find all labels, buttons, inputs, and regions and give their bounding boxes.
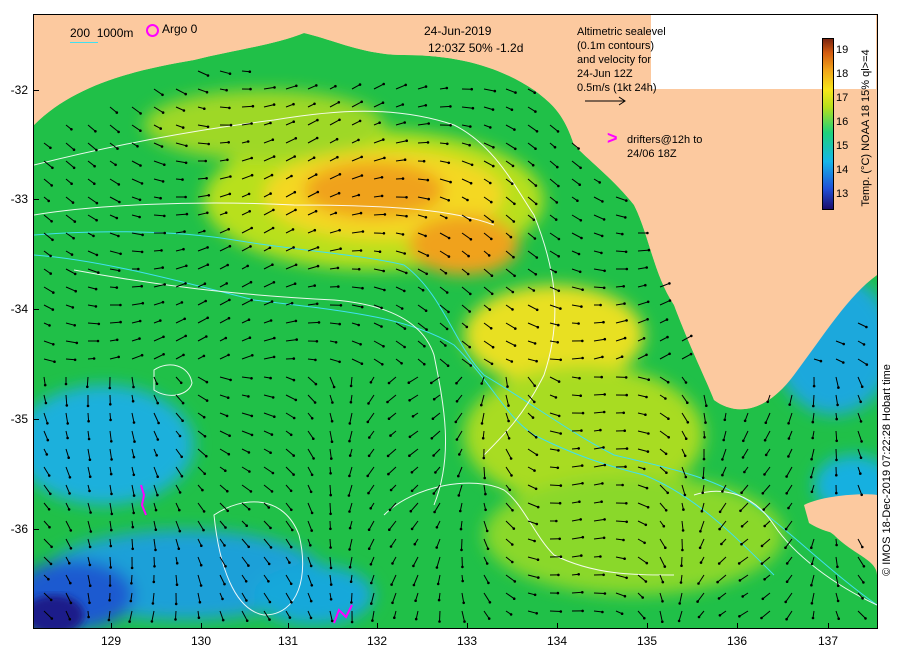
x-tick-label: 137 xyxy=(817,634,839,648)
x-tick-label: 133 xyxy=(456,634,478,648)
x-tick-label: 129 xyxy=(100,634,122,648)
y-tick-mark xyxy=(34,90,39,91)
colorbar-tick: 19 xyxy=(836,44,849,56)
colorbar-tick: 18 xyxy=(836,68,849,80)
y-tick-mark xyxy=(34,419,39,420)
altimetry-line-5: 0.5m/s (1kt 24h) xyxy=(577,82,657,94)
x-tick-label: 132 xyxy=(366,634,388,648)
y-tick-label: -33 xyxy=(10,192,28,206)
x-tick-label: 136 xyxy=(726,634,748,648)
altimetry-line-3: and velocity for xyxy=(577,54,651,66)
x-tick-mark xyxy=(377,623,378,628)
map-time: 12:03Z 50% -1.2d xyxy=(428,41,524,55)
argo-icon xyxy=(146,24,159,37)
x-tick-mark xyxy=(467,623,468,628)
drifter-line-2: 24/06 18Z xyxy=(627,148,677,160)
y-tick-label: -34 xyxy=(10,302,28,316)
credit-line: © IMOS 18-Dec-2019 07:22:28 Hobart time xyxy=(881,364,893,576)
y-tick-mark xyxy=(34,199,39,200)
scale-label: 200 xyxy=(70,26,91,40)
colorbar-title: Temp. (°C) NOAA 18 15% ql>=4 xyxy=(860,49,872,207)
colorbar-tick: 15 xyxy=(836,140,849,152)
sst-map-canvas xyxy=(34,15,877,628)
altimetry-line-4: 24-Jun 12Z xyxy=(577,68,633,80)
argo-label: Argo 0 xyxy=(162,22,198,36)
x-tick-mark xyxy=(201,623,202,628)
colorbar-tick: 13 xyxy=(836,188,849,200)
colorbar-tick: 17 xyxy=(836,92,849,104)
scale-line xyxy=(70,42,98,43)
map-date: 24-Jun-2019 xyxy=(424,24,492,38)
y-tick-label: -32 xyxy=(10,83,28,97)
x-tick-label: 135 xyxy=(636,634,658,648)
drifter-icon: > xyxy=(607,128,618,148)
x-tick-label: 134 xyxy=(546,634,568,648)
x-tick-mark xyxy=(557,623,558,628)
depth-label: 1000m xyxy=(96,26,134,40)
x-tick-mark xyxy=(828,623,829,628)
colorbar-tick: 16 xyxy=(836,116,849,128)
y-tick-mark xyxy=(34,529,39,530)
y-tick-label: -36 xyxy=(10,522,28,536)
scale-bar: 200 1000m xyxy=(70,26,133,40)
x-tick-mark xyxy=(111,623,112,628)
x-tick-label: 130 xyxy=(190,634,212,648)
drifter-line-1: drifters@12h to xyxy=(627,134,703,146)
y-tick-label: -35 xyxy=(10,412,28,426)
colorbar xyxy=(822,38,834,210)
altimetry-line-1: Altimetric sealevel xyxy=(577,26,666,38)
x-tick-label: 131 xyxy=(277,634,299,648)
y-tick-mark xyxy=(34,309,39,310)
x-tick-mark xyxy=(647,623,648,628)
x-tick-mark xyxy=(288,623,289,628)
colorbar-tick: 14 xyxy=(836,164,849,176)
sst-map[interactable] xyxy=(33,14,878,629)
altimetry-line-2: (0.1m contours) xyxy=(577,40,655,52)
reference-arrow-icon xyxy=(585,96,626,106)
x-tick-mark xyxy=(737,623,738,628)
